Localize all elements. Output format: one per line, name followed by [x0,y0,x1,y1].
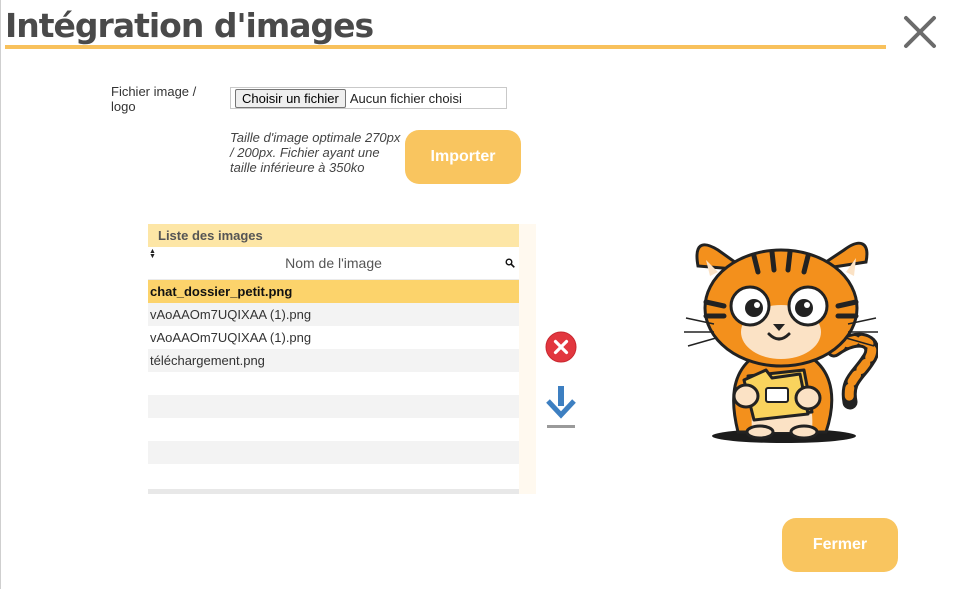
upload-hint: Taille d'image optimale 270px / 200px. F… [230,130,401,175]
image-list-panel: Liste des images ▲ ▼ Nom de l'image chat_… [148,224,536,494]
image-list-title: Liste des images [148,224,519,247]
search-icon[interactable] [505,258,515,268]
cat-mascot-illustration [684,241,878,443]
delete-icon[interactable] [545,331,577,363]
image-row[interactable] [148,395,519,418]
image-row[interactable] [148,372,519,395]
download-icon[interactable] [545,386,577,432]
sort-icon[interactable]: ▲ ▼ [149,248,156,260]
image-row[interactable]: vAoAAOm7UQIXAA (1).png [148,303,519,326]
close-button[interactable]: Fermer [782,518,898,572]
dialog-title: Intégration d'images [5,6,374,45]
image-row[interactable]: vAoAAOm7UQIXAA (1).png [148,326,519,349]
image-row[interactable]: chat_dossier_petit.png [148,280,519,303]
close-icon[interactable] [900,12,940,52]
image-list: Liste des images ▲ ▼ Nom de l'image chat_… [148,224,519,494]
title-underline [5,45,886,49]
image-row[interactable] [148,418,519,441]
window-edge [0,0,1,589]
image-row[interactable] [148,441,519,464]
file-status: Aucun fichier choisi [349,90,462,106]
image-row[interactable] [148,464,519,487]
file-label: Fichier image / logo [111,84,197,114]
image-rows: chat_dossier_petit.png vAoAAOm7UQIXAA (1)… [148,280,519,487]
file-input[interactable]: Choisir un fichier Aucun fichier choisi [230,87,507,109]
column-header-label: Nom de l'image [285,255,382,271]
column-header[interactable]: ▲ ▼ Nom de l'image [148,247,519,280]
import-button[interactable]: Importer [405,130,521,184]
choose-file-button[interactable]: Choisir un fichier [235,88,346,108]
list-scrollbar[interactable] [148,489,519,494]
image-row[interactable]: téléchargement.png [148,349,519,372]
